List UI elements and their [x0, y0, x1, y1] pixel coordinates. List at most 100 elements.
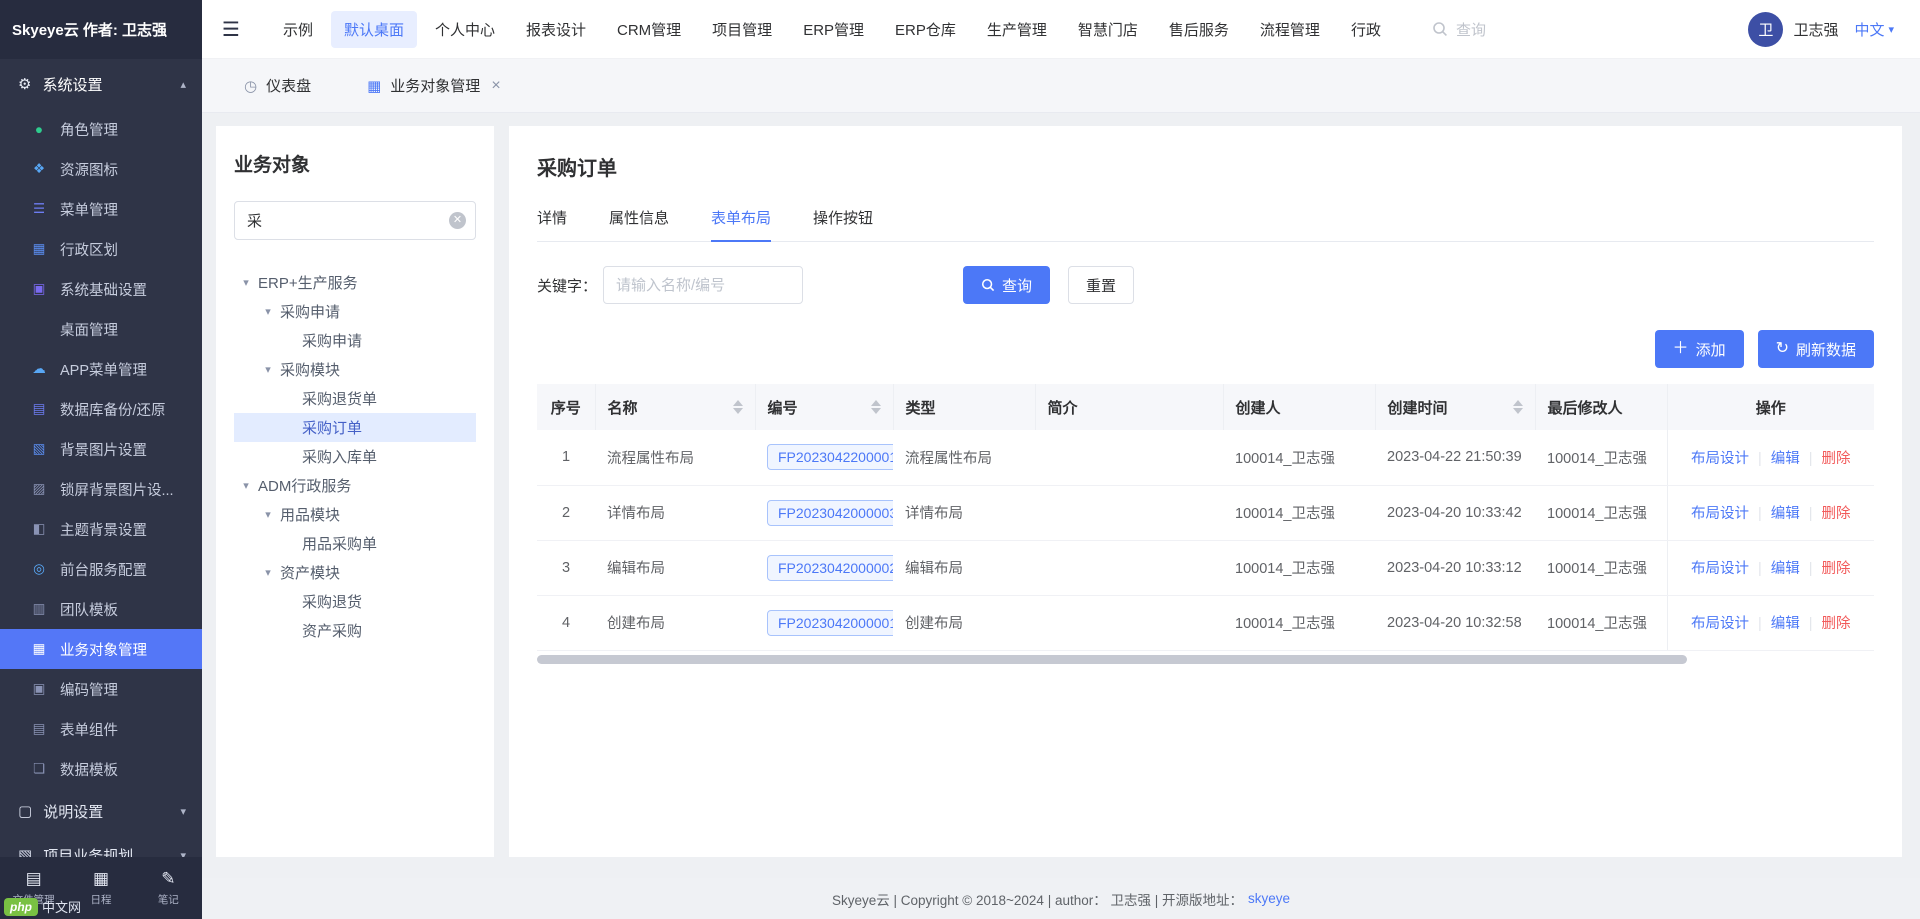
sidebar-item[interactable]: ☰ 菜单管理 [0, 189, 202, 229]
column-header[interactable]: 最后修改人 [1535, 384, 1667, 430]
tree-node[interactable]: ▾ 用品模块 [234, 500, 476, 529]
top-nav-item[interactable]: 智慧门店 [1065, 11, 1151, 48]
tree-node[interactable]: 采购入库单 [234, 442, 476, 471]
top-nav-item[interactable]: 个人中心 [422, 11, 508, 48]
hamburger-icon[interactable]: ☰ [222, 17, 240, 42]
top-nav-item[interactable]: ERP管理 [790, 11, 877, 48]
sidebar-item[interactable]: ☁ APP菜单管理 [0, 349, 202, 389]
caret-down-icon[interactable]: ▾ [262, 363, 274, 376]
open-tab[interactable]: ▦ 业务对象管理 × [367, 75, 501, 96]
column-header[interactable]: 操作 [1667, 384, 1874, 430]
row-action-link[interactable]: 布局设计 [1691, 561, 1749, 577]
sort-carets-icon[interactable] [871, 400, 881, 414]
top-nav-item[interactable]: 流程管理 [1247, 11, 1333, 48]
row-action-link[interactable]: 编辑 [1771, 561, 1800, 577]
reset-button[interactable]: 重置 [1068, 266, 1134, 304]
global-search[interactable]: 查询 [1432, 19, 1486, 40]
tree-node[interactable]: ▾ ERP+生产服务 [234, 268, 476, 297]
column-header[interactable]: 创建人 [1223, 384, 1375, 430]
sort-carets-icon[interactable] [733, 400, 743, 414]
query-button[interactable]: 查询 [963, 266, 1050, 304]
column-header[interactable]: 序号 [537, 384, 595, 430]
row-action-link[interactable]: 删除 [1822, 451, 1851, 467]
add-button[interactable]: ＋ 添加 [1655, 330, 1744, 368]
top-nav-item[interactable]: 默认桌面 [331, 11, 417, 48]
tree-node[interactable]: ▾ 资产模块 [234, 558, 476, 587]
detail-tab[interactable]: 表单布局 [711, 207, 771, 241]
sidebar-item[interactable]: ● 角色管理 [0, 109, 202, 149]
sidebar-collapsed-section[interactable]: ▢ 说明设置 ▾ [0, 789, 202, 833]
sidebar-item[interactable]: ▣ 系统基础设置 [0, 269, 202, 309]
opensource-link[interactable]: skyeye [1248, 891, 1290, 906]
sidebar-item[interactable]: ▤ 表单组件 [0, 709, 202, 749]
top-nav-item[interactable]: 报表设计 [513, 11, 599, 48]
sidebar-item[interactable]: ▧ 背景图片设置 [0, 429, 202, 469]
code-badge[interactable]: FP2023042000001 [767, 610, 893, 636]
tree-node[interactable]: ▾ 采购模块 [234, 355, 476, 384]
row-action-link[interactable]: 编辑 [1771, 451, 1800, 467]
row-action-link[interactable]: 删除 [1822, 506, 1851, 522]
scrollbar-thumb[interactable] [537, 655, 1687, 664]
close-icon[interactable]: × [491, 77, 500, 95]
sidebar-item[interactable]: 桌面管理 [0, 309, 202, 349]
caret-down-icon[interactable]: ▾ [262, 566, 274, 579]
sidebar-item[interactable]: ❏ 数据模板 [0, 749, 202, 789]
detail-tab[interactable]: 属性信息 [609, 207, 669, 241]
caret-down-icon[interactable]: ▾ [262, 305, 274, 318]
row-action-link[interactable]: 编辑 [1771, 506, 1800, 522]
sidebar-item[interactable]: ◎ 前台服务配置 [0, 549, 202, 589]
column-header[interactable]: 编号 [755, 384, 893, 430]
top-nav-item[interactable]: 售后服务 [1156, 11, 1242, 48]
tree-node[interactable]: 资产采购 [234, 616, 476, 645]
column-header[interactable]: 创建时间 [1375, 384, 1535, 430]
tree-node[interactable]: 采购退货单 [234, 384, 476, 413]
sidebar-section-system-settings[interactable]: ⚙ 系统设置 ▴ [0, 59, 202, 109]
tree-node[interactable]: ▾ 采购申请 [234, 297, 476, 326]
tree-node[interactable]: ▾ ADM行政服务 [234, 471, 476, 500]
clear-circle-icon[interactable]: ✕ [449, 212, 466, 229]
tree-node[interactable]: 采购申请 [234, 326, 476, 355]
row-action-link[interactable]: 布局设计 [1691, 616, 1749, 632]
tree-search-input[interactable] [234, 201, 476, 240]
open-tab[interactable]: ◷ 仪表盘 [244, 75, 311, 96]
detail-tab[interactable]: 详情 [537, 207, 567, 241]
tree-node[interactable]: 用品采购单 [234, 529, 476, 558]
row-action-link[interactable]: 删除 [1822, 561, 1851, 577]
top-nav-item[interactable]: 行政 [1338, 11, 1394, 48]
caret-down-icon[interactable]: ▾ [240, 479, 252, 492]
top-nav-item[interactable]: 生产管理 [974, 11, 1060, 48]
tree-node[interactable]: 采购退货 [234, 587, 476, 616]
row-action-link[interactable]: 布局设计 [1691, 451, 1749, 467]
row-action-link[interactable]: 编辑 [1771, 616, 1800, 632]
sidebar-item[interactable]: ▣ 编码管理 [0, 669, 202, 709]
dock-item[interactable]: ✎ 笔记 [135, 857, 202, 919]
sidebar-item[interactable]: ▤ 数据库备份/还原 [0, 389, 202, 429]
top-nav-item[interactable]: ERP仓库 [882, 11, 969, 48]
row-action-link[interactable]: 布局设计 [1691, 506, 1749, 522]
code-badge[interactable]: FP2023042200001 [767, 444, 893, 470]
top-nav-item[interactable]: 项目管理 [699, 11, 785, 48]
sidebar-item[interactable]: ❖ 资源图标 [0, 149, 202, 189]
sidebar-item[interactable]: ▨ 锁屏背景图片设... [0, 469, 202, 509]
language-switcher[interactable]: 中文 ▾ [1854, 19, 1894, 40]
keyword-input[interactable] [603, 266, 803, 304]
caret-down-icon[interactable]: ▾ [240, 276, 252, 289]
column-header[interactable]: 名称 [595, 384, 755, 430]
refresh-button[interactable]: ↻ 刷新数据 [1758, 330, 1874, 368]
code-badge[interactable]: FP2023042000003 [767, 500, 893, 526]
column-header[interactable]: 类型 [893, 384, 1035, 430]
sort-carets-icon[interactable] [1513, 400, 1523, 414]
top-nav-item[interactable]: CRM管理 [604, 11, 694, 48]
row-action-link[interactable]: 删除 [1822, 616, 1851, 632]
column-header[interactable]: 简介 [1035, 384, 1223, 430]
code-badge[interactable]: FP2023042000002 [767, 555, 893, 581]
sidebar-item[interactable]: ▦ 业务对象管理 [0, 629, 202, 669]
user-name[interactable]: 卫志强 [1793, 19, 1838, 40]
sidebar-item[interactable]: ▦ 行政区划 [0, 229, 202, 269]
tree-node[interactable]: 采购订单 [234, 413, 476, 442]
caret-down-icon[interactable]: ▾ [262, 508, 274, 521]
sidebar-item[interactable]: ▥ 团队模板 [0, 589, 202, 629]
avatar[interactable]: 卫 [1748, 12, 1783, 47]
sidebar-item[interactable]: ◧ 主题背景设置 [0, 509, 202, 549]
top-nav-item[interactable]: 示例 [270, 11, 326, 48]
